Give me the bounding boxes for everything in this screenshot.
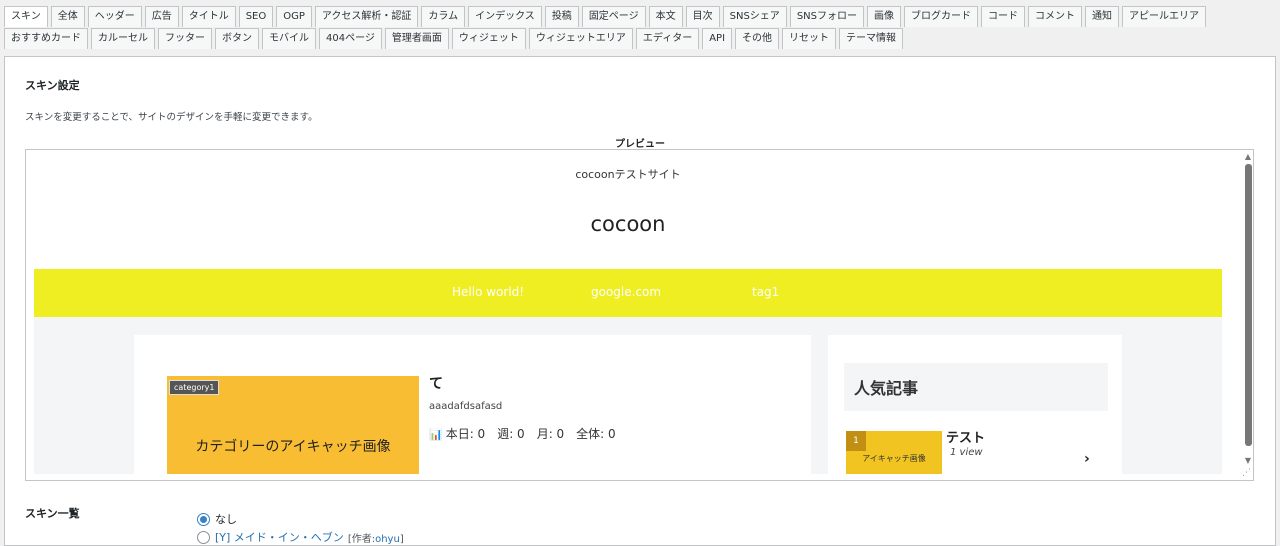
radio-unchecked-icon[interactable] [197, 530, 210, 544]
nav-item-hello-world[interactable]: Hello world! [452, 285, 524, 299]
bar-chart-icon: 📊 [429, 428, 443, 441]
tab-row1-19[interactable]: コメント [1028, 6, 1082, 27]
popular-thumb-text: アイキャッチ画像 [862, 454, 926, 463]
tab-row1-18[interactable]: コード [981, 6, 1025, 27]
tab-row2-6[interactable]: 管理者画面 [384, 28, 449, 49]
outer-scroll-down-icon[interactable]: ▼ [1242, 456, 1253, 466]
tab-row1-5[interactable]: SEO [238, 6, 274, 27]
preview-page: cocoonテストサイト cocoon Hello world! google.… [34, 150, 1222, 474]
eyecatch-text: カテゴリーのアイキャッチ画像 [195, 439, 391, 455]
skin-option-made-in-heaven[interactable]: [Y] メイド・イン・ヘブン [作者:ohyu] [197, 529, 404, 545]
entry-title[interactable]: て [429, 373, 443, 393]
tab-row1-21[interactable]: アピールエリア [1122, 6, 1206, 27]
tab-row2-4[interactable]: モバイル [262, 28, 316, 49]
skin-author: [作者:ohyu] [348, 530, 404, 545]
popular-title[interactable]: テスト [946, 427, 985, 446]
section-description: スキンを変更することで、サイトのデザインを手軽に変更できます。 [25, 112, 318, 123]
entry-stats: 📊 本日: 0 週: 0 月: 0 全体: 0 [429, 425, 616, 442]
author-link[interactable]: ohyu [375, 534, 400, 545]
site-title[interactable]: cocoon [34, 212, 1222, 236]
tab-row2-2[interactable]: フッター [158, 28, 212, 49]
content-area: category1 カテゴリーのアイキャッチ画像 て aaadafdsafasd… [34, 317, 1222, 474]
nav-item-google[interactable]: google.com [591, 285, 661, 299]
tab-row1-12[interactable]: 本文 [648, 6, 683, 27]
tab-row2-11[interactable]: その他 [735, 28, 780, 49]
tab-row1-4[interactable]: タイトル [181, 6, 236, 27]
popular-thumb[interactable]: 1 アイキャッチ画像 [846, 431, 942, 474]
tab-row-1: スキン 全体 ヘッダー 広告 タイトル SEO OGP アクセス解析・認証 カラム インデックス投… [4, 6, 1276, 28]
popular-heading: 人気記事 [854, 379, 919, 398]
entry-card[interactable]: category1 カテゴリーのアイキャッチ画像 て aaadafdsafasd… [134, 335, 811, 474]
skin-settings-panel: スキン設定 スキンを変更することで、サイトのデザインを手軽に変更できます。 プレ… [4, 56, 1276, 546]
tab-row1-10[interactable]: 投稿 [544, 6, 579, 27]
tab-row1-7[interactable]: アクセス解析・認証 [314, 6, 419, 27]
tab-row1-15[interactable]: SNSフォロー [789, 6, 864, 27]
radio-checked-icon[interactable] [197, 512, 210, 526]
tab-row2-12[interactable]: リセット [782, 28, 837, 49]
author-suffix: ] [399, 533, 404, 545]
settings-tabs: スキン 全体 ヘッダー 広告 タイトル SEO OGP アクセス解析・認証 カラム インデックス投… [4, 6, 1276, 50]
global-nav: Hello world! google.com tag1 [34, 269, 1222, 317]
tab-row1-11[interactable]: 固定ページ [581, 6, 646, 27]
sidebar-popular: 人気記事 1 アイキャッチ画像 テスト 1 view › [828, 335, 1122, 474]
resize-grip-icon[interactable]: ⋰ [1242, 468, 1251, 478]
stats-text: 本日: 0 週: 0 月: 0 全体: 0 [445, 427, 616, 441]
tab-row1-1[interactable]: 全体 [50, 6, 85, 27]
outer-scroll-up-icon[interactable]: ▲ [1242, 152, 1253, 162]
outer-scroll-thumb[interactable] [1245, 164, 1252, 446]
nav-item-tag1[interactable]: tag1 [752, 285, 779, 299]
category-badge: category1 [169, 380, 220, 395]
tab-row2-9[interactable]: エディター [635, 28, 700, 49]
tab-row1-16[interactable]: 画像 [867, 6, 901, 27]
eyecatch-image[interactable]: category1 カテゴリーのアイキャッチ画像 [167, 376, 419, 474]
tab-row2-7[interactable]: ウィジェット [451, 28, 526, 49]
popular-rank: 1 [846, 431, 866, 451]
skin-preview-frame[interactable]: cocoonテストサイト cocoon Hello world! google.… [25, 149, 1254, 481]
tab-row1-17[interactable]: ブログカード [904, 6, 978, 27]
tab-row2-3[interactable]: ボタン [215, 28, 259, 49]
skin-option-label[interactable]: [Y] メイド・イン・ヘブン [215, 529, 344, 545]
chevron-right-icon[interactable]: › [1084, 451, 1090, 467]
tab-row2-1[interactable]: カルーセル [91, 28, 155, 49]
tab-row2-0[interactable]: おすすめカード [4, 28, 88, 49]
preview-label: プレビュー [615, 139, 665, 150]
tab-row1-8[interactable]: カラム [421, 6, 466, 27]
tab-row1-2[interactable]: ヘッダー [87, 6, 142, 27]
tab-row1-13[interactable]: 目次 [685, 6, 720, 27]
skin-list-title: スキン一覧 [25, 507, 80, 520]
tab-row1-6[interactable]: OGP [276, 6, 312, 27]
entry-excerpt: aaadafdsafasd [429, 401, 503, 412]
tab-row2-10[interactable]: API [702, 28, 733, 49]
popular-heading-box: 人気記事 [844, 363, 1108, 411]
popular-views: 1 view [950, 447, 983, 458]
site-tagline: cocoonテストサイト [575, 168, 681, 181]
tab-row2-13[interactable]: テーマ情報 [839, 28, 904, 49]
tab-row1-3[interactable]: 広告 [144, 6, 179, 27]
skin-option-label: なし [215, 513, 237, 526]
tab-row1-9[interactable]: インデックス [468, 6, 542, 27]
tab-row-2: おすすめカード カルーセル フッター ボタン モバイル 404ページ 管理者画面 ウィジェット… [4, 28, 1276, 50]
section-title: スキン設定 [25, 79, 80, 92]
skin-option-none[interactable]: なし [197, 511, 237, 527]
tab-row1-14[interactable]: SNSシェア [722, 6, 787, 27]
preview-outer-scrollbar[interactable]: ▲ ▼ [1242, 150, 1253, 480]
tab-row1-0[interactable]: スキン [4, 6, 48, 27]
tab-row1-20[interactable]: 通知 [1085, 6, 1119, 27]
tab-row2-8[interactable]: ウィジェットエリア [528, 28, 633, 49]
author-prefix: [作者: [347, 533, 376, 545]
tab-row2-5[interactable]: 404ページ [319, 28, 382, 49]
